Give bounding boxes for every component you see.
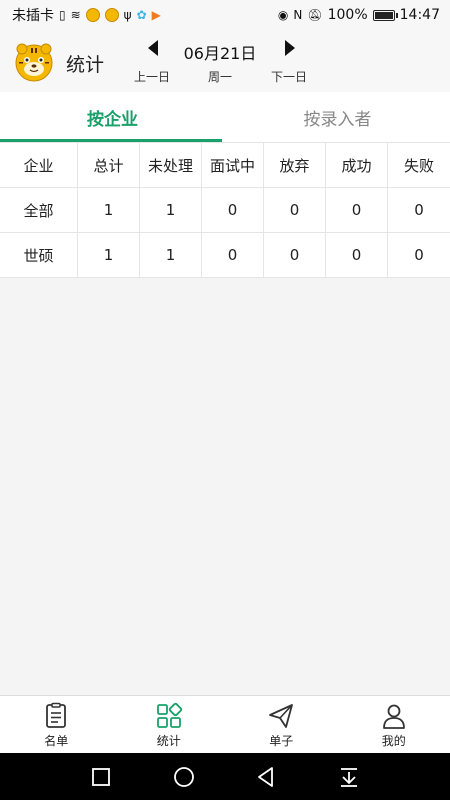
nav-label: 我的 — [381, 734, 406, 748]
nav-item-orders[interactable]: 单子 — [225, 696, 338, 754]
table-header-row: 企业 总计 未处理 面试中 放弃 成功 失败 — [0, 143, 450, 188]
table-row[interactable]: 世硕 1 1 0 0 0 0 — [0, 233, 450, 278]
table-cell: 全部 — [0, 188, 78, 232]
sim-alert-icon: ▯ — [59, 8, 66, 22]
home-circle-icon[interactable] — [172, 765, 196, 789]
document-list-icon — [46, 702, 67, 728]
column-header: 放弃 — [264, 143, 326, 187]
tiger-logo-icon — [15, 43, 53, 82]
table-cell: 世硕 — [0, 233, 78, 277]
notification-pulldown-icon[interactable] — [337, 765, 361, 789]
prev-day-arrow-icon[interactable] — [148, 40, 158, 56]
table-cell: 0 — [264, 188, 326, 232]
app-notification-icon — [85, 8, 100, 22]
table-cell: 0 — [202, 233, 264, 277]
nav-item-list[interactable]: 名单 — [0, 696, 113, 754]
nav-item-mine[interactable]: 我的 — [338, 696, 450, 754]
next-day-button[interactable]: 下一日 — [271, 68, 307, 85]
system-navigation-bar — [0, 753, 450, 800]
tab-bar: 按企业 按录入者 — [0, 92, 450, 142]
nav-label: 统计 — [156, 734, 181, 748]
paper-plane-icon — [269, 704, 294, 728]
table-cell: 1 — [78, 188, 140, 232]
table-cell: 0 — [202, 188, 264, 232]
app-header: 统计 06月21日 上一日 周一 下一日 — [0, 30, 450, 92]
column-header: 失败 — [403, 156, 434, 175]
video-app-icon: ▶ — [151, 8, 161, 22]
table-cell: 0 — [264, 233, 326, 277]
wifi-icon: ≋ — [70, 8, 81, 22]
table-row[interactable]: 全部 1 1 0 0 0 0 — [0, 188, 450, 233]
nav-label: 名单 — [44, 734, 69, 748]
app-notification-icon-2 — [104, 8, 119, 22]
recent-apps-square-icon[interactable] — [89, 765, 113, 789]
mute-bell-icon: 🔕︎ — [307, 8, 323, 22]
table-cell: 1 — [140, 233, 202, 277]
battery-percent: 100% — [327, 7, 368, 23]
column-header: 未处理 — [140, 143, 202, 187]
column-header: 面试中 — [202, 143, 264, 187]
table-cell: 0 — [414, 201, 424, 219]
back-triangle-icon[interactable] — [254, 765, 278, 789]
column-header: 企业 — [0, 143, 78, 187]
page-title: 统计 — [66, 54, 105, 76]
clock: 14:47 — [399, 7, 440, 23]
nav-item-stats[interactable]: 统计 — [113, 696, 226, 754]
current-date: 06月21日 — [183, 44, 257, 63]
tab-by-company[interactable]: 按企业 — [0, 92, 225, 142]
nav-label: 单子 — [269, 734, 294, 748]
status-right: ◉ N 🔕︎ 100% 14:47 — [278, 7, 440, 23]
status-bar: 未插卡 ▯ ≋ ψ ✿ ▶ ◉ N 🔕︎ 100% 14:47 — [0, 0, 450, 30]
prev-day-button[interactable]: 上一日 — [134, 68, 170, 85]
table-cell: 0 — [414, 246, 424, 264]
nfc-icon: N — [293, 8, 303, 22]
stats-table: 企业 总计 未处理 面试中 放弃 成功 失败 全部 1 1 0 0 0 0 世硕… — [0, 142, 450, 278]
grid-stats-icon — [156, 702, 182, 728]
carrier-text: 未插卡 — [12, 8, 54, 24]
eye-icon: ◉ — [277, 8, 289, 22]
usb-icon: ψ — [123, 8, 132, 22]
column-header: 总计 — [78, 143, 140, 187]
colorful-app-icon: ✿ — [136, 8, 147, 22]
tab-by-entrant[interactable]: 按录入者 — [225, 92, 450, 142]
bottom-navigation: 名单 统计 单子 我的 — [0, 695, 450, 753]
table-cell: 0 — [326, 188, 388, 232]
next-day-arrow-icon[interactable] — [285, 40, 295, 56]
weekday-label: 周一 — [208, 70, 233, 84]
table-cell: 0 — [326, 233, 388, 277]
column-header: 成功 — [326, 143, 388, 187]
battery-icon — [372, 9, 398, 21]
table-cell: 1 — [140, 188, 202, 232]
table-cell: 1 — [78, 233, 140, 277]
status-left: 未插卡 ▯ ≋ ψ ✿ ▶ — [12, 5, 161, 25]
user-icon — [382, 704, 405, 729]
